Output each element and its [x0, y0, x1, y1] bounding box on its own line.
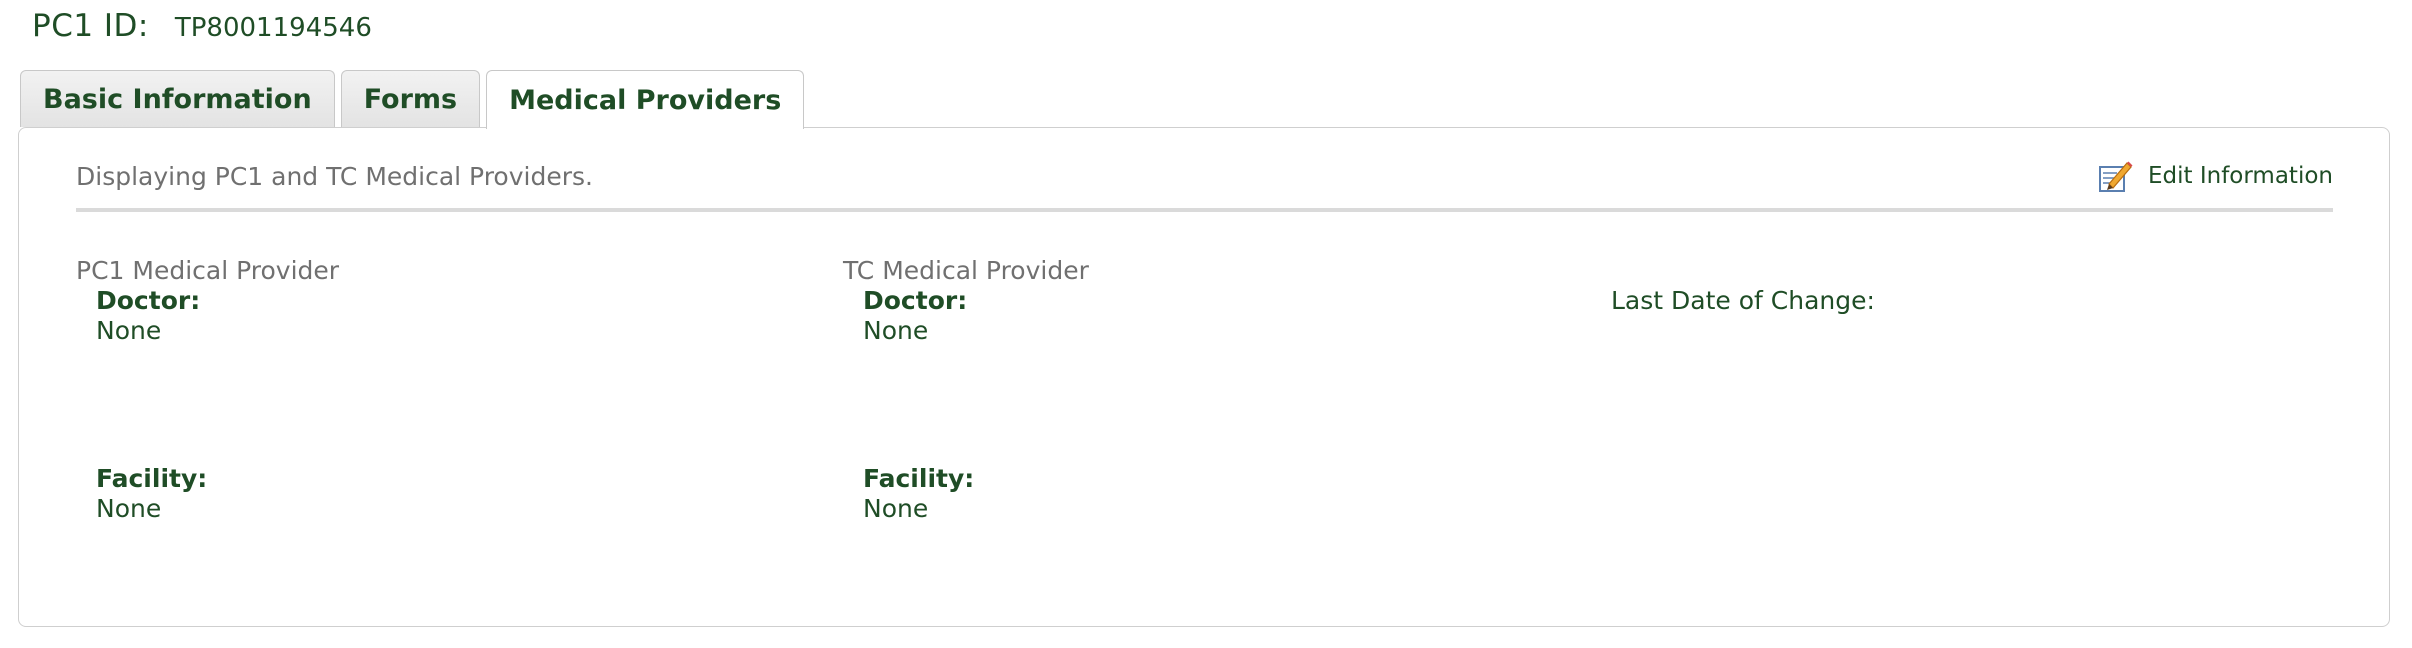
- edit-pencil-icon: [2099, 161, 2133, 192]
- tc-facility-field: Facility: None: [863, 464, 974, 524]
- edit-information-button[interactable]: Edit Information: [2097, 158, 2333, 194]
- last-date-of-change-label: Last Date of Change:: [1611, 286, 1875, 315]
- tc-provider-column: TC Medical Provider Doctor: None Facilit…: [843, 256, 1543, 556]
- pc1-doctor-label: Doctor:: [96, 286, 201, 315]
- tc-doctor-field: Doctor: None: [843, 286, 1543, 346]
- tab-medical-providers[interactable]: Medical Providers: [486, 70, 805, 129]
- pc1-id-value: TP8001194546: [174, 13, 372, 43]
- tab-bar: Basic Information Forms Medical Provider…: [20, 70, 810, 129]
- tc-doctor-label: Doctor:: [863, 286, 968, 315]
- pc1-facility-value: None: [96, 494, 162, 523]
- pc1-facility-label: Facility:: [96, 464, 208, 493]
- panel-header: Displaying PC1 and TC Medical Providers.…: [76, 158, 2333, 212]
- edit-information-label: Edit Information: [2148, 163, 2333, 189]
- pc1-provider-title: PC1 Medical Provider: [76, 256, 340, 285]
- tc-doctor-value: None: [863, 316, 929, 345]
- pc1-doctor-field: Doctor: None: [76, 286, 776, 346]
- pc1-provider-column: PC1 Medical Provider Doctor: None Facili…: [76, 256, 776, 556]
- pc1-doctor-value: None: [96, 316, 162, 345]
- tc-facility-value: None: [863, 494, 929, 523]
- tc-provider-title: TC Medical Provider: [843, 256, 1089, 285]
- pc1-facility-field: Facility: None: [96, 464, 207, 524]
- medical-providers-panel: Displaying PC1 and TC Medical Providers.…: [18, 127, 2390, 627]
- pc1-id-header: PC1 ID: TP8001194546: [32, 8, 372, 58]
- panel-description: Displaying PC1 and TC Medical Providers.: [76, 162, 593, 191]
- tab-basic-information[interactable]: Basic Information: [20, 70, 335, 127]
- tab-forms[interactable]: Forms: [340, 70, 481, 127]
- tc-facility-label: Facility:: [863, 464, 975, 493]
- pc1-id-label: PC1 ID:: [32, 8, 149, 44]
